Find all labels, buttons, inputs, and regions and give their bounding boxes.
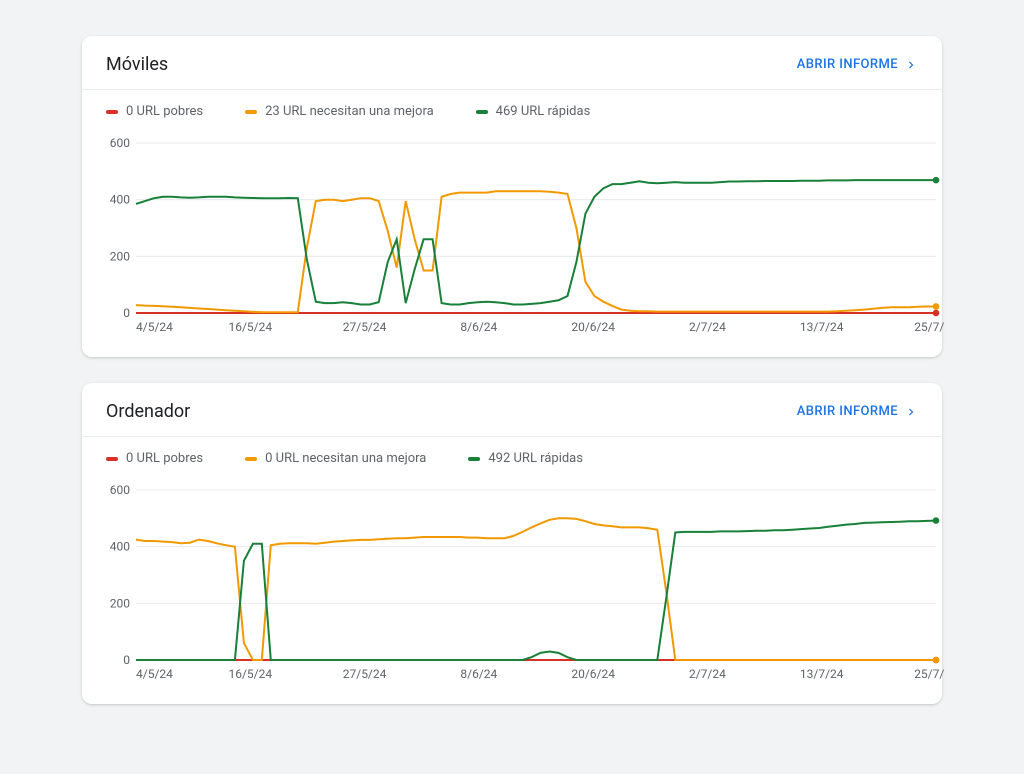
open-report-label: ABRIR INFORME <box>797 57 898 72</box>
legend-item[interactable]: 0 URL necesitan una mejora <box>245 451 426 466</box>
legend-label: 0 URL pobres <box>126 451 203 466</box>
legend-swatch <box>245 110 257 114</box>
series-good <box>136 180 936 304</box>
legend-swatch <box>468 457 480 461</box>
chart-plot-area: 0 200 400 600 4/5/24 16/5/24 27/5/24 8/6/24 20/6… <box>82 119 942 357</box>
legend: 0 URL pobres 23 URL necesitan una mejora 4… <box>82 90 942 119</box>
x-tick-label: 27/5/24 <box>343 320 387 334</box>
chart-plot-area: 0 200 400 600 4/5/24 16/5/24 27/5/24 8/6/24 20/6… <box>82 466 942 704</box>
y-tick-label: 200 <box>110 596 130 610</box>
card-header: Ordenador ABRIR INFORME <box>82 383 942 436</box>
x-tick-label: 16/5/24 <box>228 320 272 334</box>
x-tick-label: 2/7/24 <box>689 320 726 334</box>
chart-card: OrdenadorABRIR INFORME0 URL pobres0 URL … <box>82 383 942 704</box>
card-header: Móviles ABRIR INFORME <box>82 36 942 89</box>
chart-card: Móviles ABRIR INFORME 0 URL pobres 23 URL n… <box>82 36 942 357</box>
x-tick-label: 4/5/24 <box>136 667 173 681</box>
x-tick-label: 20/6/24 <box>571 320 615 334</box>
x-tick-label: 13/7/24 <box>800 667 844 681</box>
x-tick-label: 2/7/24 <box>689 667 726 681</box>
open-report-label: ABRIR INFORME <box>797 404 898 419</box>
legend-item[interactable]: 23 URL necesitan una mejora <box>245 104 434 119</box>
legend-label: 492 URL rápidas <box>488 451 583 466</box>
y-tick-label: 400 <box>110 540 130 554</box>
legend-label: 0 URL pobres <box>126 104 203 119</box>
x-tick-label: 20/6/24 <box>571 667 615 681</box>
legend-item[interactable]: 0 URL pobres <box>106 451 203 466</box>
legend-swatch <box>476 110 488 114</box>
series-endpoint-good <box>933 517 940 524</box>
legend-swatch <box>106 110 118 114</box>
x-tick-label: 16/5/24 <box>228 667 272 681</box>
legend-swatch <box>245 457 257 461</box>
x-tick-label: 8/6/24 <box>460 320 497 334</box>
y-tick-label: 600 <box>110 483 130 497</box>
series-endpoint-poor <box>933 310 940 317</box>
y-tick-label: 400 <box>110 193 130 207</box>
series-endpoint-needs <box>933 657 940 664</box>
y-tick-label: 0 <box>123 653 130 667</box>
series-good <box>136 521 936 660</box>
y-tick-label: 200 <box>110 249 130 263</box>
legend-label: 469 URL rápidas <box>496 104 591 119</box>
series-endpoint-good <box>933 177 940 184</box>
y-tick-label: 600 <box>110 136 130 150</box>
card-title: Móviles <box>106 54 168 75</box>
series-needs <box>136 518 936 660</box>
legend-swatch <box>106 457 118 461</box>
y-tick-label: 0 <box>123 306 130 320</box>
chart-svg: 0 200 400 600 4/5/24 16/5/24 27/5/24 8/6/24 20/6… <box>106 482 944 684</box>
chevron-right-icon <box>904 58 918 72</box>
open-report-link[interactable]: ABRIR INFORME <box>797 57 918 72</box>
x-tick-label: 8/6/24 <box>460 667 497 681</box>
x-tick-label: 25/7/24 <box>914 667 944 681</box>
x-tick-label: 4/5/24 <box>136 320 173 334</box>
series-endpoint-needs <box>933 303 940 310</box>
chevron-right-icon <box>904 405 918 419</box>
legend-item[interactable]: 469 URL rápidas <box>476 104 591 119</box>
legend-item[interactable]: 492 URL rápidas <box>468 451 583 466</box>
chart-svg: 0 200 400 600 4/5/24 16/5/24 27/5/24 8/6/24 20/6… <box>106 135 944 337</box>
legend-item[interactable]: 0 URL pobres <box>106 104 203 119</box>
card-title: Ordenador <box>106 401 190 422</box>
legend: 0 URL pobres 0 URL necesitan una mejora 49… <box>82 437 942 466</box>
legend-label: 23 URL necesitan una mejora <box>265 104 434 119</box>
x-tick-label: 13/7/24 <box>800 320 844 334</box>
series-needs <box>136 191 936 312</box>
x-tick-label: 25/7/24 <box>914 320 944 334</box>
open-report-link[interactable]: ABRIR INFORME <box>797 404 918 419</box>
x-tick-label: 27/5/24 <box>343 667 387 681</box>
legend-label: 0 URL necesitan una mejora <box>265 451 426 466</box>
